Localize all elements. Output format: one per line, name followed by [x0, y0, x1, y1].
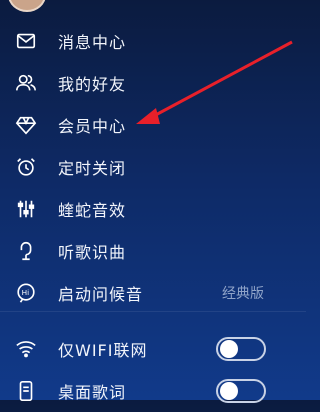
alarm-clock-icon — [14, 155, 38, 179]
menu-item-label: 启动问候音 — [58, 285, 144, 304]
menu-item-friends[interactable]: 我的好友 — [0, 62, 306, 104]
section-divider — [0, 311, 306, 312]
menu-item-messages[interactable]: 消息中心 — [0, 20, 306, 62]
toggle-knob — [220, 382, 238, 400]
wifi-icon — [14, 337, 38, 361]
menu-item-sleep-timer[interactable]: 定时关闭 — [0, 146, 306, 188]
microphone-icon — [14, 239, 38, 263]
phone-lyrics-icon — [14, 379, 38, 403]
hi-bubble-icon: Hi — [14, 281, 38, 305]
greeting-version: 经典版 — [222, 286, 264, 302]
menu-item-label: 仅WIFI联网 — [58, 341, 148, 360]
mail-icon — [14, 29, 38, 53]
friends-icon — [14, 71, 38, 95]
menu-item-vip-center[interactable]: 会员中心 — [0, 104, 306, 146]
svg-text:Hi: Hi — [22, 288, 30, 297]
menu-item-label: 桌面歌词 — [58, 383, 127, 402]
setting-wifi-only[interactable]: 仅WIFI联网 — [0, 328, 306, 370]
side-menu: 消息中心 我的好友 会员中心 定时关闭 蝰蛇音效 听歌识曲 Hi 启动问候音 经… — [0, 20, 306, 412]
menu-item-label: 定时关闭 — [58, 159, 127, 178]
wifi-only-toggle[interactable] — [216, 337, 266, 361]
menu-item-label: 我的好友 — [58, 75, 127, 94]
toggle-knob — [220, 340, 238, 358]
menu-item-song-recognition[interactable]: 听歌识曲 — [0, 230, 306, 272]
menu-item-viper-sound[interactable]: 蝰蛇音效 — [0, 188, 306, 230]
desktop-lyrics-toggle[interactable] — [216, 379, 266, 403]
menu-item-label: 会员中心 — [58, 117, 127, 136]
equalizer-icon — [14, 197, 38, 221]
menu-item-label: 消息中心 — [58, 33, 127, 52]
avatar[interactable] — [8, 0, 46, 12]
menu-item-label: 蝰蛇音效 — [58, 201, 127, 220]
setting-desktop-lyrics[interactable]: 桌面歌词 — [0, 370, 306, 412]
menu-item-startup-greeting[interactable]: Hi 启动问候音 经典版 — [0, 272, 306, 314]
menu-item-label: 听歌识曲 — [58, 243, 127, 262]
diamond-icon — [14, 113, 38, 137]
